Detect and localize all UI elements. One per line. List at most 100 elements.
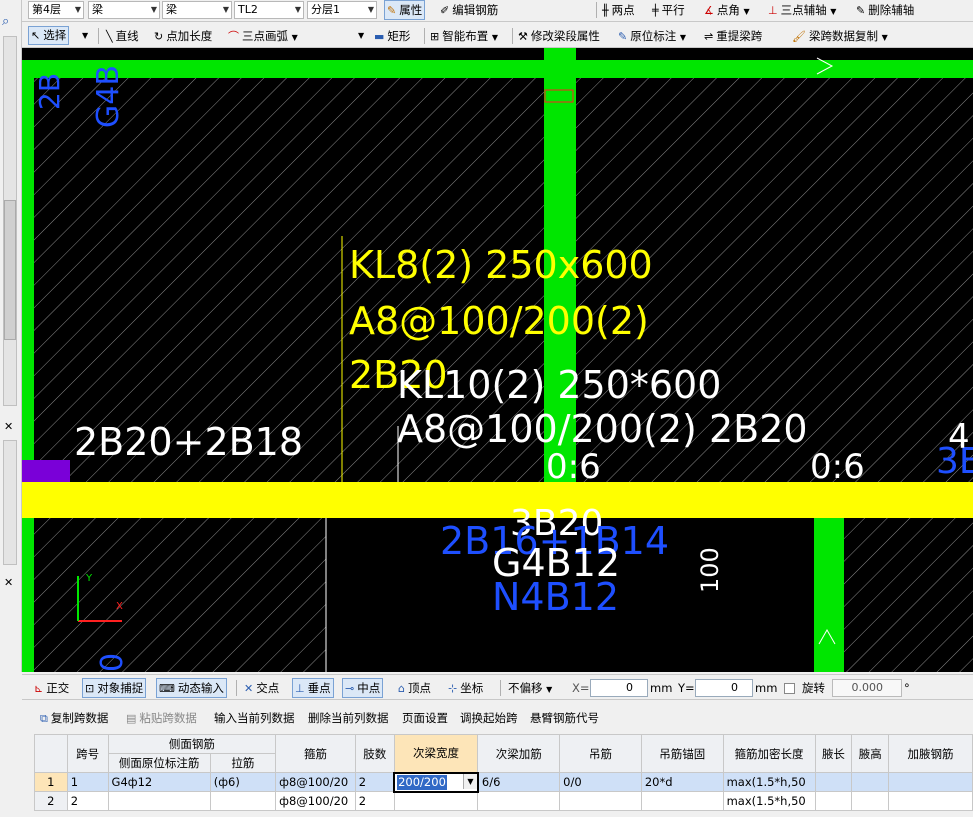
hanger-cell[interactable] bbox=[559, 791, 642, 811]
properties-button[interactable]: ✎ 属性 bbox=[384, 0, 426, 20]
col-header-sub-width[interactable]: 次梁宽度 bbox=[393, 734, 479, 773]
col-header-hanger[interactable]: 吊筋 bbox=[559, 734, 642, 773]
dropdown-arrow-icon: ▼ bbox=[291, 33, 298, 42]
legs-cell[interactable]: 2 bbox=[354, 791, 395, 811]
in-situ-mark-button[interactable]: ✎ 原位标注 ▼ bbox=[616, 26, 688, 46]
floor-select[interactable]: 第4层 ▼ bbox=[28, 1, 84, 19]
stirrup-cell[interactable]: ф8@100/20 bbox=[275, 772, 356, 792]
line-button[interactable]: ╲ 直线 bbox=[104, 26, 141, 46]
copy-span-button[interactable]: ⧉ 复制跨数据 bbox=[38, 708, 110, 728]
two-points-button[interactable]: ╫ 两点 bbox=[600, 0, 637, 20]
x-input[interactable]: 0 bbox=[590, 679, 648, 697]
scroll-thumb[interactable] bbox=[4, 200, 16, 340]
col-header-haunch-rebar[interactable]: 加腋钢筋 bbox=[888, 734, 973, 773]
table-row[interactable]: 1 1 G4ф12 (ф6) ф8@100/20 2 200/200 ▼ 6/6… bbox=[34, 771, 973, 793]
cantilever-code-button[interactable]: 悬臂钢筋代号 bbox=[528, 708, 601, 728]
row-index-cell[interactable]: 2 bbox=[34, 791, 68, 811]
coord-button[interactable]: ⊹ 坐标 bbox=[446, 678, 485, 698]
haunch-len-cell[interactable] bbox=[814, 772, 853, 792]
beam-yellow-selected bbox=[22, 482, 973, 518]
col-header-haunch-height[interactable]: 腋高 bbox=[851, 734, 890, 773]
swap-start-span-button[interactable]: 调换起始跨 bbox=[458, 708, 520, 728]
y-input[interactable]: 0 bbox=[695, 679, 753, 697]
point-extend-button[interactable]: ↻ 点加长度 bbox=[152, 26, 214, 46]
layer-select[interactable]: 分层1 ▼ bbox=[307, 1, 377, 19]
close-icon[interactable]: ✕ bbox=[4, 576, 13, 589]
col-header-tie[interactable]: 拉筋 bbox=[209, 753, 277, 773]
re-extract-span-button[interactable]: ⇌ 重提梁跨 bbox=[702, 26, 764, 46]
input-current-col-button[interactable]: 输入当前列数据 bbox=[212, 708, 297, 728]
col-header-hanger-anchor[interactable]: 吊筋锚固 bbox=[640, 734, 724, 773]
stirrup-dense-cell[interactable]: max(1.5*h,50 bbox=[722, 772, 816, 792]
page-setup-button[interactable]: 页面设置 bbox=[400, 708, 450, 728]
rotate-checkbox[interactable] bbox=[784, 683, 795, 694]
modify-span-button[interactable]: ⚒ 修改梁段属性 bbox=[516, 26, 602, 46]
select-button[interactable]: ↖ 选择 bbox=[28, 26, 70, 45]
object-snap-button[interactable]: ⊡ 对象捕捉 bbox=[82, 678, 147, 698]
delete-current-col-button[interactable]: 删除当前列数据 bbox=[306, 708, 391, 728]
side-mark-cell[interactable] bbox=[107, 791, 211, 811]
close-icon[interactable]: ✕ bbox=[4, 420, 13, 433]
sub-width-cell[interactable]: 200/200 ▼ bbox=[393, 771, 479, 793]
type2-select[interactable]: 梁 ▼ bbox=[162, 1, 232, 19]
sub-add-cell[interactable] bbox=[477, 791, 561, 811]
table-row[interactable]: 2 2 ф8@100/20 2 max(1.5*h,50 bbox=[34, 791, 973, 811]
dropdown-arrow-icon[interactable]: ▼ bbox=[462, 774, 476, 789]
search-icon[interactable]: ⌕ bbox=[2, 14, 9, 29]
rect-button[interactable]: ▬ 矩形 bbox=[372, 26, 412, 46]
tie-cell[interactable]: (ф6) bbox=[209, 772, 277, 792]
panel-scrollbar[interactable] bbox=[3, 440, 17, 565]
col-header-legs[interactable]: 肢数 bbox=[354, 734, 395, 773]
line-style-dropdown[interactable]: ▼ bbox=[356, 26, 366, 46]
stirrup-dense-cell[interactable]: max(1.5*h,50 bbox=[722, 791, 816, 811]
span-no-cell[interactable]: 2 bbox=[66, 791, 109, 811]
haunch-height-cell[interactable] bbox=[851, 791, 890, 811]
drawing-canvas[interactable]: 2B G4B KL8(2) 250x600 A8@100/200(2) 2B20… bbox=[22, 48, 973, 672]
haunch-rebar-cell[interactable] bbox=[888, 772, 973, 792]
side-mark-cell[interactable]: G4ф12 bbox=[107, 772, 211, 792]
span-no-cell[interactable]: 1 bbox=[66, 772, 109, 792]
hanger-anchor-cell[interactable]: 20*d bbox=[640, 772, 724, 792]
legs-cell[interactable]: 2 bbox=[354, 772, 395, 792]
intersect-button[interactable]: ✕ 交点 bbox=[242, 678, 281, 698]
tie-cell[interactable] bbox=[209, 791, 277, 811]
three-point-axis-button[interactable]: ⊥ 三点辅轴 ▼ bbox=[766, 0, 838, 20]
edit-rebar-button[interactable]: ✐ 编辑钢筋 bbox=[438, 0, 500, 20]
smart-layout-button[interactable]: ⊞ 智能布置 ▼ bbox=[428, 26, 500, 46]
vertex-button[interactable]: ⌂ 顶点 bbox=[396, 678, 433, 698]
hanger-cell[interactable]: 0/0 bbox=[559, 772, 642, 792]
type1-select[interactable]: 梁 ▼ bbox=[88, 1, 160, 19]
rotate-input[interactable]: 0.000 bbox=[832, 679, 902, 697]
col-header-span-no[interactable]: 跨号 bbox=[66, 734, 109, 773]
stirrup-cell[interactable]: ф8@100/20 bbox=[275, 791, 356, 811]
col-header-stirrup-dense[interactable]: 箍筋加密长度 bbox=[722, 734, 816, 773]
haunch-height-cell[interactable] bbox=[851, 772, 890, 792]
sub-width-editor[interactable]: 200/200 bbox=[397, 774, 447, 790]
dynamic-input-button[interactable]: ⌨ 动态输入 bbox=[156, 678, 227, 698]
point-angle-button[interactable]: ∡ 点角 ▼ bbox=[702, 0, 752, 20]
offset-mode-select[interactable]: 不偏移 ▼ bbox=[506, 678, 554, 698]
row-index-cell[interactable]: 1 bbox=[34, 772, 68, 792]
span-data-table: 跨号 侧面钢筋 箍筋 肢数 次梁宽度 次梁加筋 吊筋 吊筋锚固 箍筋加密长度 腋… bbox=[34, 734, 973, 811]
select-dropdown[interactable]: ▼ bbox=[80, 26, 90, 46]
sub-add-cell[interactable]: 6/6 bbox=[477, 772, 561, 792]
haunch-rebar-cell[interactable] bbox=[888, 791, 973, 811]
delete-axis-button[interactable]: ✎ 删除辅轴 bbox=[854, 0, 916, 20]
sub-width-cell[interactable] bbox=[393, 791, 479, 811]
three-point-arc-button[interactable]: ⌒ 三点画弧 ▼ bbox=[226, 26, 300, 46]
paste-span-button[interactable]: ▤ 粘贴跨数据 bbox=[124, 708, 199, 728]
col-header-side-rebar[interactable]: 侧面钢筋 bbox=[107, 734, 277, 754]
ortho-button[interactable]: ⊾ 正交 bbox=[32, 678, 71, 698]
col-header-stirrup[interactable]: 箍筋 bbox=[275, 734, 356, 773]
midpoint-button[interactable]: ⊸ 中点 bbox=[342, 678, 384, 698]
col-header-sub-add[interactable]: 次梁加筋 bbox=[477, 734, 561, 773]
perpendicular-button[interactable]: ⊥ 垂点 bbox=[292, 678, 334, 698]
hanger-anchor-cell[interactable] bbox=[640, 791, 724, 811]
perpendicular-icon: ⊥ bbox=[295, 682, 305, 695]
span-copy-button[interactable]: 🖌 梁跨数据复制 ▼ bbox=[790, 26, 890, 46]
parallel-button[interactable]: ╪ 平行 bbox=[650, 0, 687, 20]
col-header-haunch-len[interactable]: 腋长 bbox=[814, 734, 853, 773]
col-header-side-mark[interactable]: 侧面原位标注筋 bbox=[107, 753, 211, 773]
haunch-len-cell[interactable] bbox=[814, 791, 853, 811]
member-select[interactable]: TL2 ▼ bbox=[234, 1, 304, 19]
